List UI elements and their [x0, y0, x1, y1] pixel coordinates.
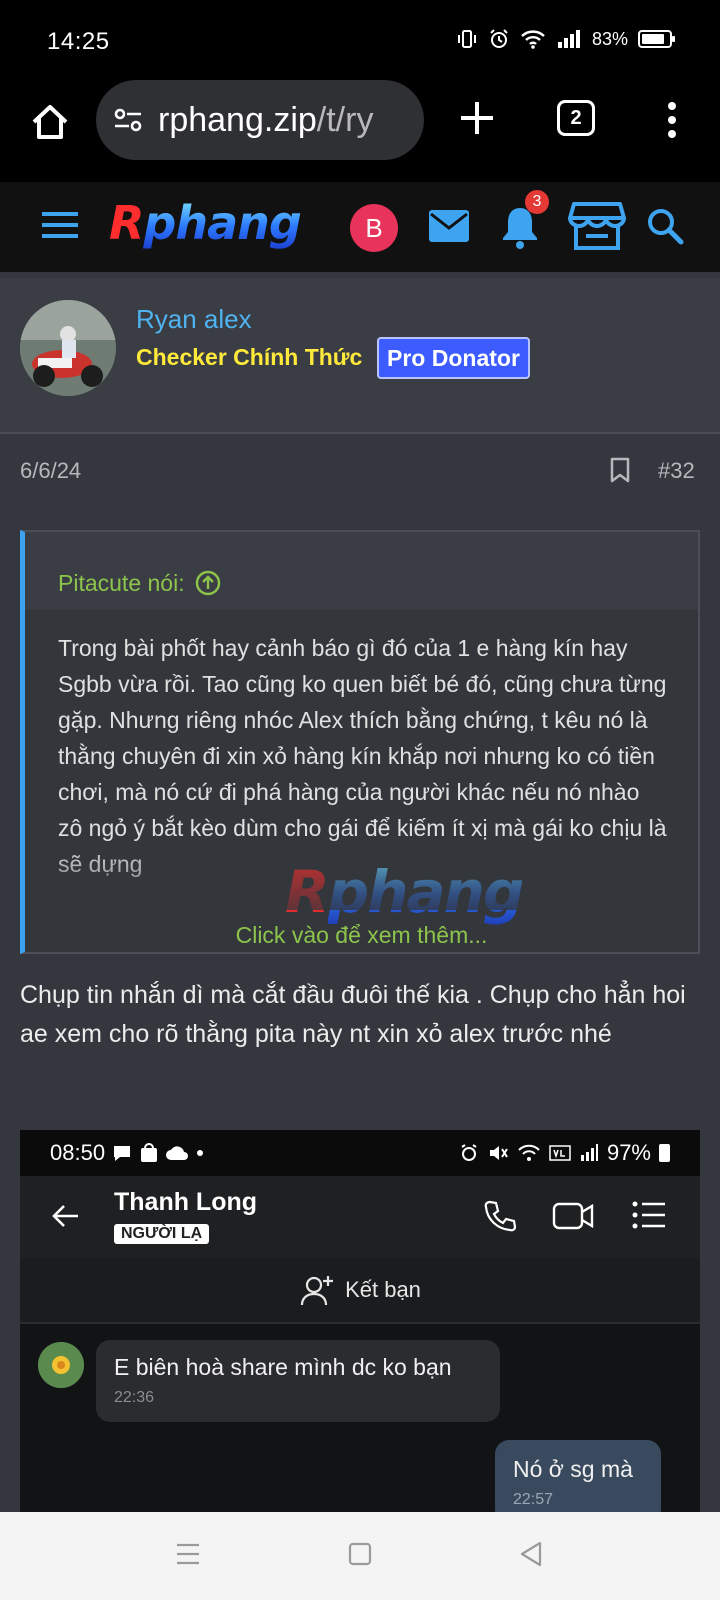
mute-icon [489, 1146, 508, 1160]
donator-badge: Pro Donator [377, 337, 530, 379]
site-logo[interactable]: Rphang [109, 196, 302, 250]
quote-author[interactable]: Pitacute nói: [58, 570, 185, 597]
screenshot-status-right: 97% [459, 1140, 670, 1166]
battery-icon [659, 1144, 670, 1162]
message-text: E biên hoà share mình dc ko bạn [114, 1354, 452, 1380]
status-icons: 83% [456, 28, 675, 50]
hamburger-menu-icon[interactable] [40, 210, 80, 240]
address-bar[interactable]: rphang.zip/t/ry [96, 80, 424, 160]
flower-avatar-image [38, 1342, 84, 1388]
bookmark-icon[interactable] [609, 456, 631, 484]
status-bar: 14:25 83% [0, 0, 720, 78]
author-avatar-image [20, 300, 116, 396]
post-meta: 6/6/24 #32 [0, 436, 720, 506]
quote-fade-overlay [25, 840, 698, 910]
battery-icon [638, 30, 675, 48]
url-text: rphang.zip/t/ry [158, 101, 373, 140]
url-host: rphang.zip [158, 100, 317, 139]
post-author-block: Ryan alex Checker Chính Thức Pro Donator [0, 278, 720, 434]
browser-toolbar: rphang.zip/t/ry 2 [0, 78, 720, 182]
message-time: 22:57 [513, 1491, 554, 1508]
screenshot-battery-percent: 97% [606, 1140, 651, 1165]
site-header: Rphang B 3 [0, 182, 720, 272]
dot-icon [197, 1150, 204, 1156]
home-button[interactable] [28, 100, 72, 144]
add-friend-label: Kết bạn [345, 1277, 421, 1302]
quote-body: Trong bài phốt hay cảnh báo gì đó của 1 … [25, 610, 698, 952]
message-time: 22:36 [114, 1389, 155, 1406]
chat-bubble-icon [114, 1146, 131, 1161]
alarm-icon [461, 1144, 477, 1161]
vibrate-icon [457, 30, 476, 48]
cloud-icon [166, 1146, 189, 1160]
quote-block: Pitacute nói: Trong bài phốt hay cảnh bá… [20, 530, 700, 954]
wifi-icon [518, 1144, 540, 1161]
system-home-button[interactable] [348, 1542, 372, 1566]
screenshot-status-left: 08:50 [50, 1140, 205, 1166]
post-date[interactable]: 6/6/24 [20, 458, 81, 484]
contact-name: Thanh Long [114, 1188, 258, 1216]
shop-bag-icon [141, 1143, 158, 1162]
author-title: Checker Chính Thức [136, 344, 363, 370]
alarm-icon [490, 29, 508, 48]
browser-menu-button[interactable] [660, 98, 684, 142]
post-body-text: Chụp tin nhắn dì mà cắt đầu đuôi thế kia… [20, 981, 686, 1048]
url-path: /t/ry [316, 100, 374, 139]
mail-icon[interactable] [427, 206, 471, 246]
signal-icon [580, 1144, 598, 1161]
screenshot-time: 08:50 [50, 1140, 106, 1165]
go-to-quoted-post-icon[interactable] [195, 570, 221, 596]
outgoing-message: Nó ở sg mà 22:57 [495, 1440, 661, 1520]
system-back-button[interactable] [518, 1540, 544, 1568]
signal-icon [557, 30, 580, 48]
embedded-chat-screenshot[interactable]: 08:50 97% Thanh Long NGƯỜI LẠ Kết bạn E [20, 1130, 700, 1520]
logo-letter: R [109, 196, 144, 250]
add-friend-bar: Kết bạn [20, 1258, 700, 1324]
store-icon[interactable] [568, 200, 626, 252]
chat-header: Thanh Long NGƯỜI LẠ [20, 1176, 700, 1258]
message-text: Nó ở sg mà [513, 1456, 633, 1482]
quote-header: Pitacute nói: [25, 532, 698, 610]
search-icon[interactable] [645, 206, 685, 246]
site-settings-icon[interactable] [112, 104, 144, 136]
tab-switcher-button[interactable]: 2 [557, 100, 595, 136]
author-avatar[interactable] [20, 300, 116, 396]
stranger-tag: NGƯỜI LẠ [114, 1224, 210, 1244]
new-tab-button[interactable] [455, 96, 499, 140]
add-friend-icon [300, 1276, 334, 1306]
back-arrow-icon [52, 1205, 78, 1227]
author-name[interactable]: Ryan alex [136, 304, 252, 335]
status-time: 14:25 [47, 28, 110, 55]
list-menu-icon [632, 1201, 665, 1229]
notification-badge: 3 [525, 190, 549, 214]
volte-icon [549, 1145, 571, 1161]
screenshot-status-bar: 08:50 97% [20, 1130, 700, 1176]
logo-text: phang [143, 196, 301, 250]
video-call-icon [552, 1202, 594, 1230]
expand-quote-link[interactable]: Click vào để xem thêm... [25, 922, 698, 949]
battery-percent: 83% [591, 28, 628, 49]
system-navigation-bar [0, 1512, 720, 1600]
recent-apps-button[interactable] [175, 1542, 201, 1566]
contact-avatar [38, 1342, 84, 1388]
account-avatar[interactable]: B [350, 204, 398, 252]
phone-call-icon [484, 1200, 517, 1232]
incoming-message: E biên hoà share mình dc ko bạn 22:36 [96, 1340, 500, 1422]
wifi-icon [521, 30, 545, 49]
post-number[interactable]: #32 [658, 458, 695, 484]
